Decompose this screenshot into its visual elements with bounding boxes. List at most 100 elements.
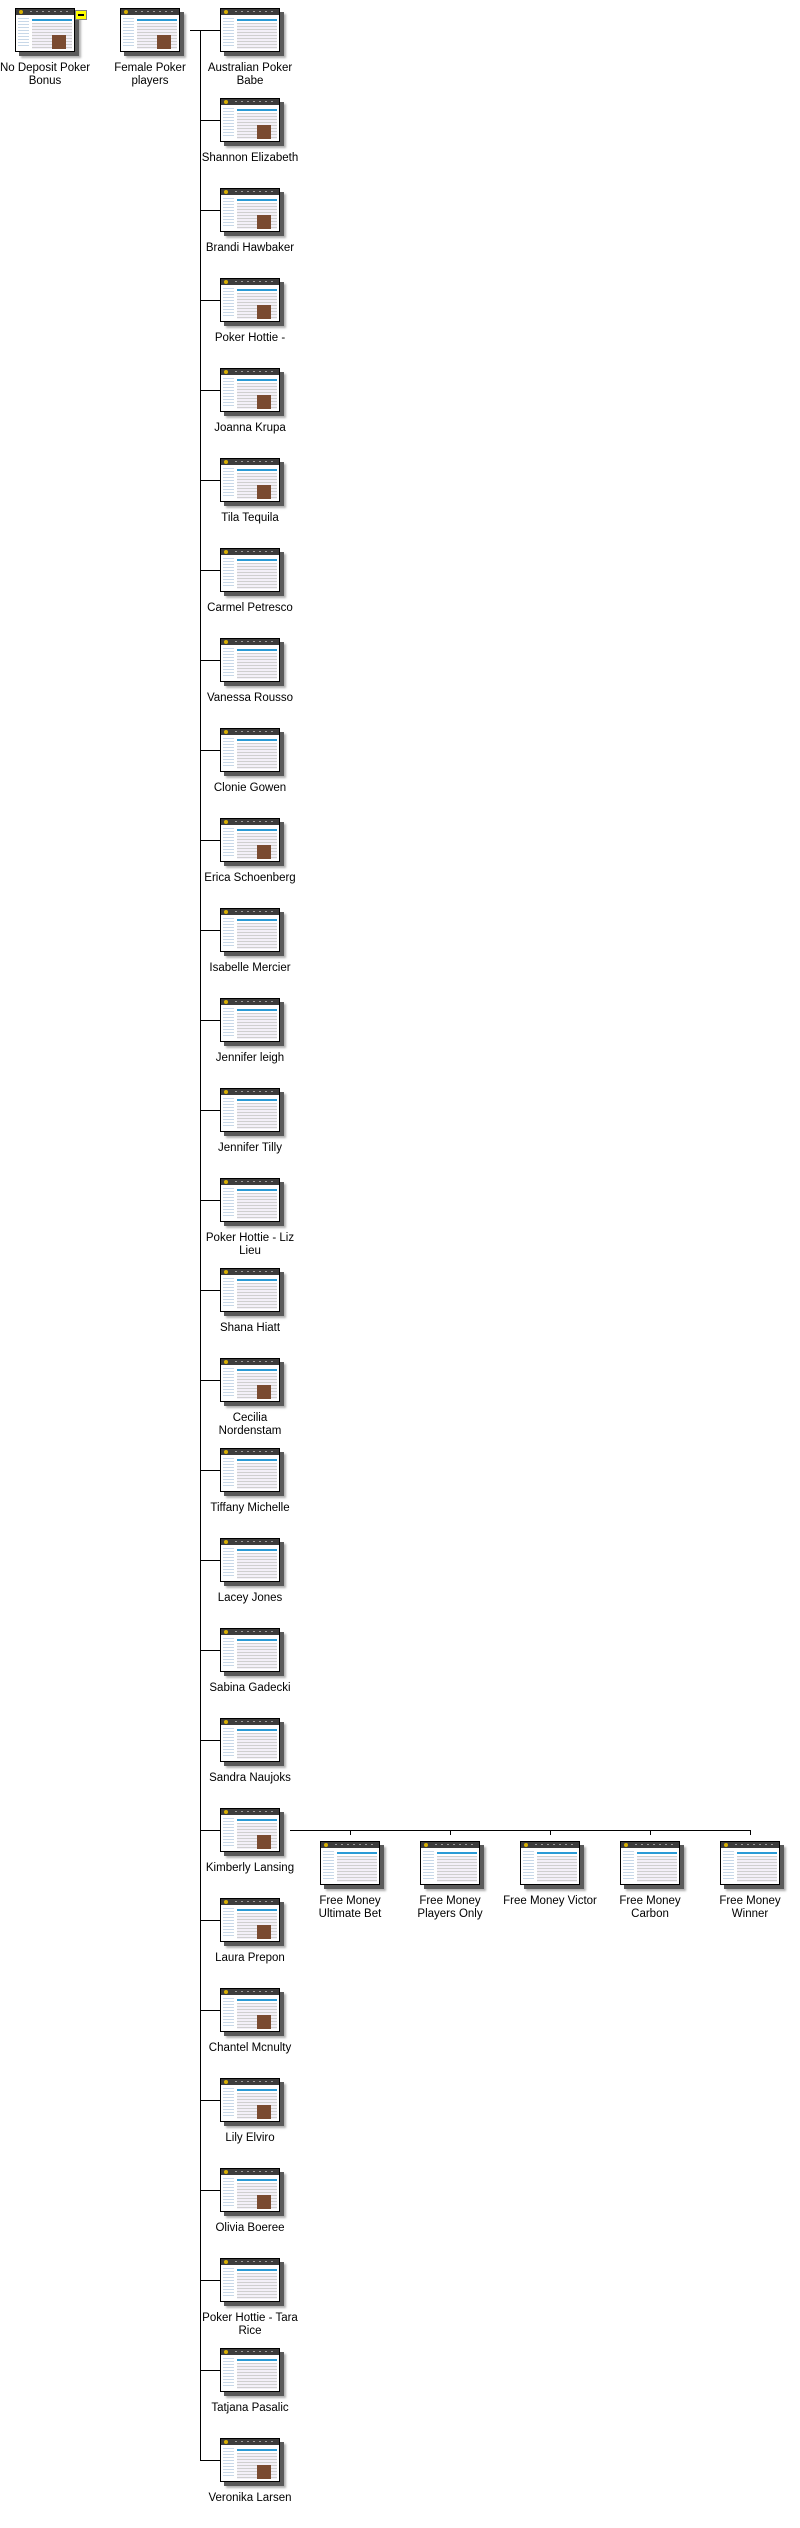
thumbnail-header bbox=[221, 549, 279, 555]
photo-image bbox=[257, 2015, 271, 2029]
page-thumbnail[interactable] bbox=[220, 2258, 280, 2302]
logo-icon bbox=[624, 1843, 628, 1847]
thumbnail-content bbox=[237, 1733, 277, 1759]
page-thumbnail[interactable] bbox=[220, 1628, 280, 1672]
nav-links bbox=[235, 101, 277, 102]
page-thumbnail[interactable] bbox=[220, 2348, 280, 2392]
node-label: Jennifer leigh bbox=[215, 1052, 285, 1064]
page-thumbnail[interactable] bbox=[220, 728, 280, 772]
page-thumbnail[interactable] bbox=[220, 1898, 280, 1942]
photo-image bbox=[257, 215, 271, 229]
photo-image bbox=[257, 1385, 271, 1399]
page-thumbnail[interactable] bbox=[720, 1841, 780, 1885]
page-thumbnail[interactable] bbox=[220, 278, 280, 322]
nav-links bbox=[235, 911, 277, 912]
thumbnail-sidebar bbox=[223, 288, 234, 318]
page-thumbnail[interactable] bbox=[120, 8, 180, 52]
photo-image bbox=[257, 2105, 271, 2119]
page-thumbnail[interactable] bbox=[220, 188, 280, 232]
page-thumbnail[interactable] bbox=[220, 1538, 280, 1582]
thumbnail-header bbox=[221, 189, 279, 195]
page-thumbnail[interactable] bbox=[220, 2078, 280, 2122]
thumbnail-header bbox=[221, 2259, 279, 2265]
sub-branch-tick bbox=[450, 1830, 451, 1835]
page-thumbnail[interactable] bbox=[220, 818, 280, 862]
page-thumbnail[interactable] bbox=[220, 638, 280, 682]
page-thumbnail[interactable] bbox=[220, 998, 280, 1042]
node-label: Laura Prepon bbox=[215, 1952, 285, 1964]
nav-links bbox=[535, 1844, 577, 1845]
thumbnail-title-bar bbox=[237, 1189, 277, 1191]
page-thumbnail[interactable] bbox=[220, 1988, 280, 2032]
thumbnail-content bbox=[237, 743, 277, 769]
logo-icon bbox=[224, 2170, 228, 2174]
branch-connector bbox=[200, 2460, 220, 2461]
page-thumbnail[interactable] bbox=[220, 1808, 280, 1852]
thumbnail-title-bar bbox=[337, 1852, 377, 1854]
thumbnail-header bbox=[221, 369, 279, 375]
page-thumbnail[interactable] bbox=[220, 1358, 280, 1402]
sub-branch-line bbox=[290, 1830, 751, 1831]
photo-image bbox=[257, 125, 271, 139]
page-thumbnail[interactable] bbox=[220, 908, 280, 952]
page-thumbnail[interactable] bbox=[220, 548, 280, 592]
thumbnail-sidebar bbox=[223, 108, 234, 138]
branch-connector bbox=[200, 2100, 220, 2101]
thumbnail-title-bar bbox=[737, 1852, 777, 1854]
thumbnail-title-bar bbox=[137, 19, 177, 21]
thumbnail-header bbox=[221, 1989, 279, 1995]
thumbnail-sidebar bbox=[223, 2358, 234, 2388]
branch-connector bbox=[200, 390, 220, 391]
nav-links bbox=[735, 1844, 777, 1845]
page-thumbnail[interactable] bbox=[220, 458, 280, 502]
page-thumbnail[interactable] bbox=[220, 98, 280, 142]
nav-links bbox=[235, 731, 277, 732]
page-thumbnail[interactable] bbox=[220, 1088, 280, 1132]
node-label: Free Money Players Only bbox=[417, 1895, 483, 1920]
nav-links bbox=[235, 1811, 277, 1812]
thumbnail-title-bar bbox=[237, 1369, 277, 1371]
nav-links bbox=[235, 1991, 277, 1992]
thumbnail-title-bar bbox=[237, 19, 277, 21]
page-thumbnail[interactable] bbox=[15, 8, 75, 52]
logo-icon bbox=[224, 1630, 228, 1634]
thumbnail-sidebar bbox=[223, 2448, 234, 2478]
logo-icon bbox=[224, 280, 228, 284]
page-thumbnail[interactable] bbox=[220, 1718, 280, 1762]
node-label: Vanessa Rousso bbox=[206, 692, 294, 704]
photo-image bbox=[257, 2465, 271, 2479]
thumbnail-header bbox=[221, 2439, 279, 2445]
thumbnail-header bbox=[221, 2079, 279, 2085]
thumbnail-sidebar bbox=[223, 1548, 234, 1578]
thumbnail-title-bar bbox=[237, 2359, 277, 2361]
node-label: Joanna Krupa bbox=[214, 422, 286, 434]
thumbnail-content bbox=[437, 1856, 477, 1882]
thumbnail-sidebar bbox=[223, 1008, 234, 1038]
thumbnail-title-bar bbox=[237, 199, 277, 201]
page-thumbnail[interactable] bbox=[420, 1841, 480, 1885]
page-thumbnail[interactable] bbox=[520, 1841, 580, 1885]
photo-image bbox=[257, 2195, 271, 2209]
thumbnail-header bbox=[721, 1842, 779, 1848]
nav-links bbox=[635, 1844, 677, 1845]
sub-branch-tick bbox=[650, 1830, 651, 1835]
thumbnail-content bbox=[737, 1856, 777, 1882]
page-thumbnail[interactable] bbox=[220, 1178, 280, 1222]
logo-icon bbox=[524, 1843, 528, 1847]
nav-links bbox=[235, 1541, 277, 1542]
thumbnail-header bbox=[16, 9, 74, 15]
page-thumbnail[interactable] bbox=[220, 2168, 280, 2212]
thumbnail-sidebar bbox=[223, 558, 234, 588]
page-thumbnail[interactable] bbox=[220, 1448, 280, 1492]
collapse-toggle-icon[interactable] bbox=[75, 10, 87, 20]
thumbnail-header bbox=[221, 909, 279, 915]
logo-icon bbox=[224, 1900, 228, 1904]
thumbnail-header bbox=[221, 1899, 279, 1905]
page-thumbnail[interactable] bbox=[220, 368, 280, 412]
page-thumbnail[interactable] bbox=[320, 1841, 380, 1885]
page-thumbnail[interactable] bbox=[220, 8, 280, 52]
thumbnail-title-bar bbox=[237, 1099, 277, 1101]
page-thumbnail[interactable] bbox=[220, 1268, 280, 1312]
page-thumbnail[interactable] bbox=[220, 2438, 280, 2482]
page-thumbnail[interactable] bbox=[620, 1841, 680, 1885]
